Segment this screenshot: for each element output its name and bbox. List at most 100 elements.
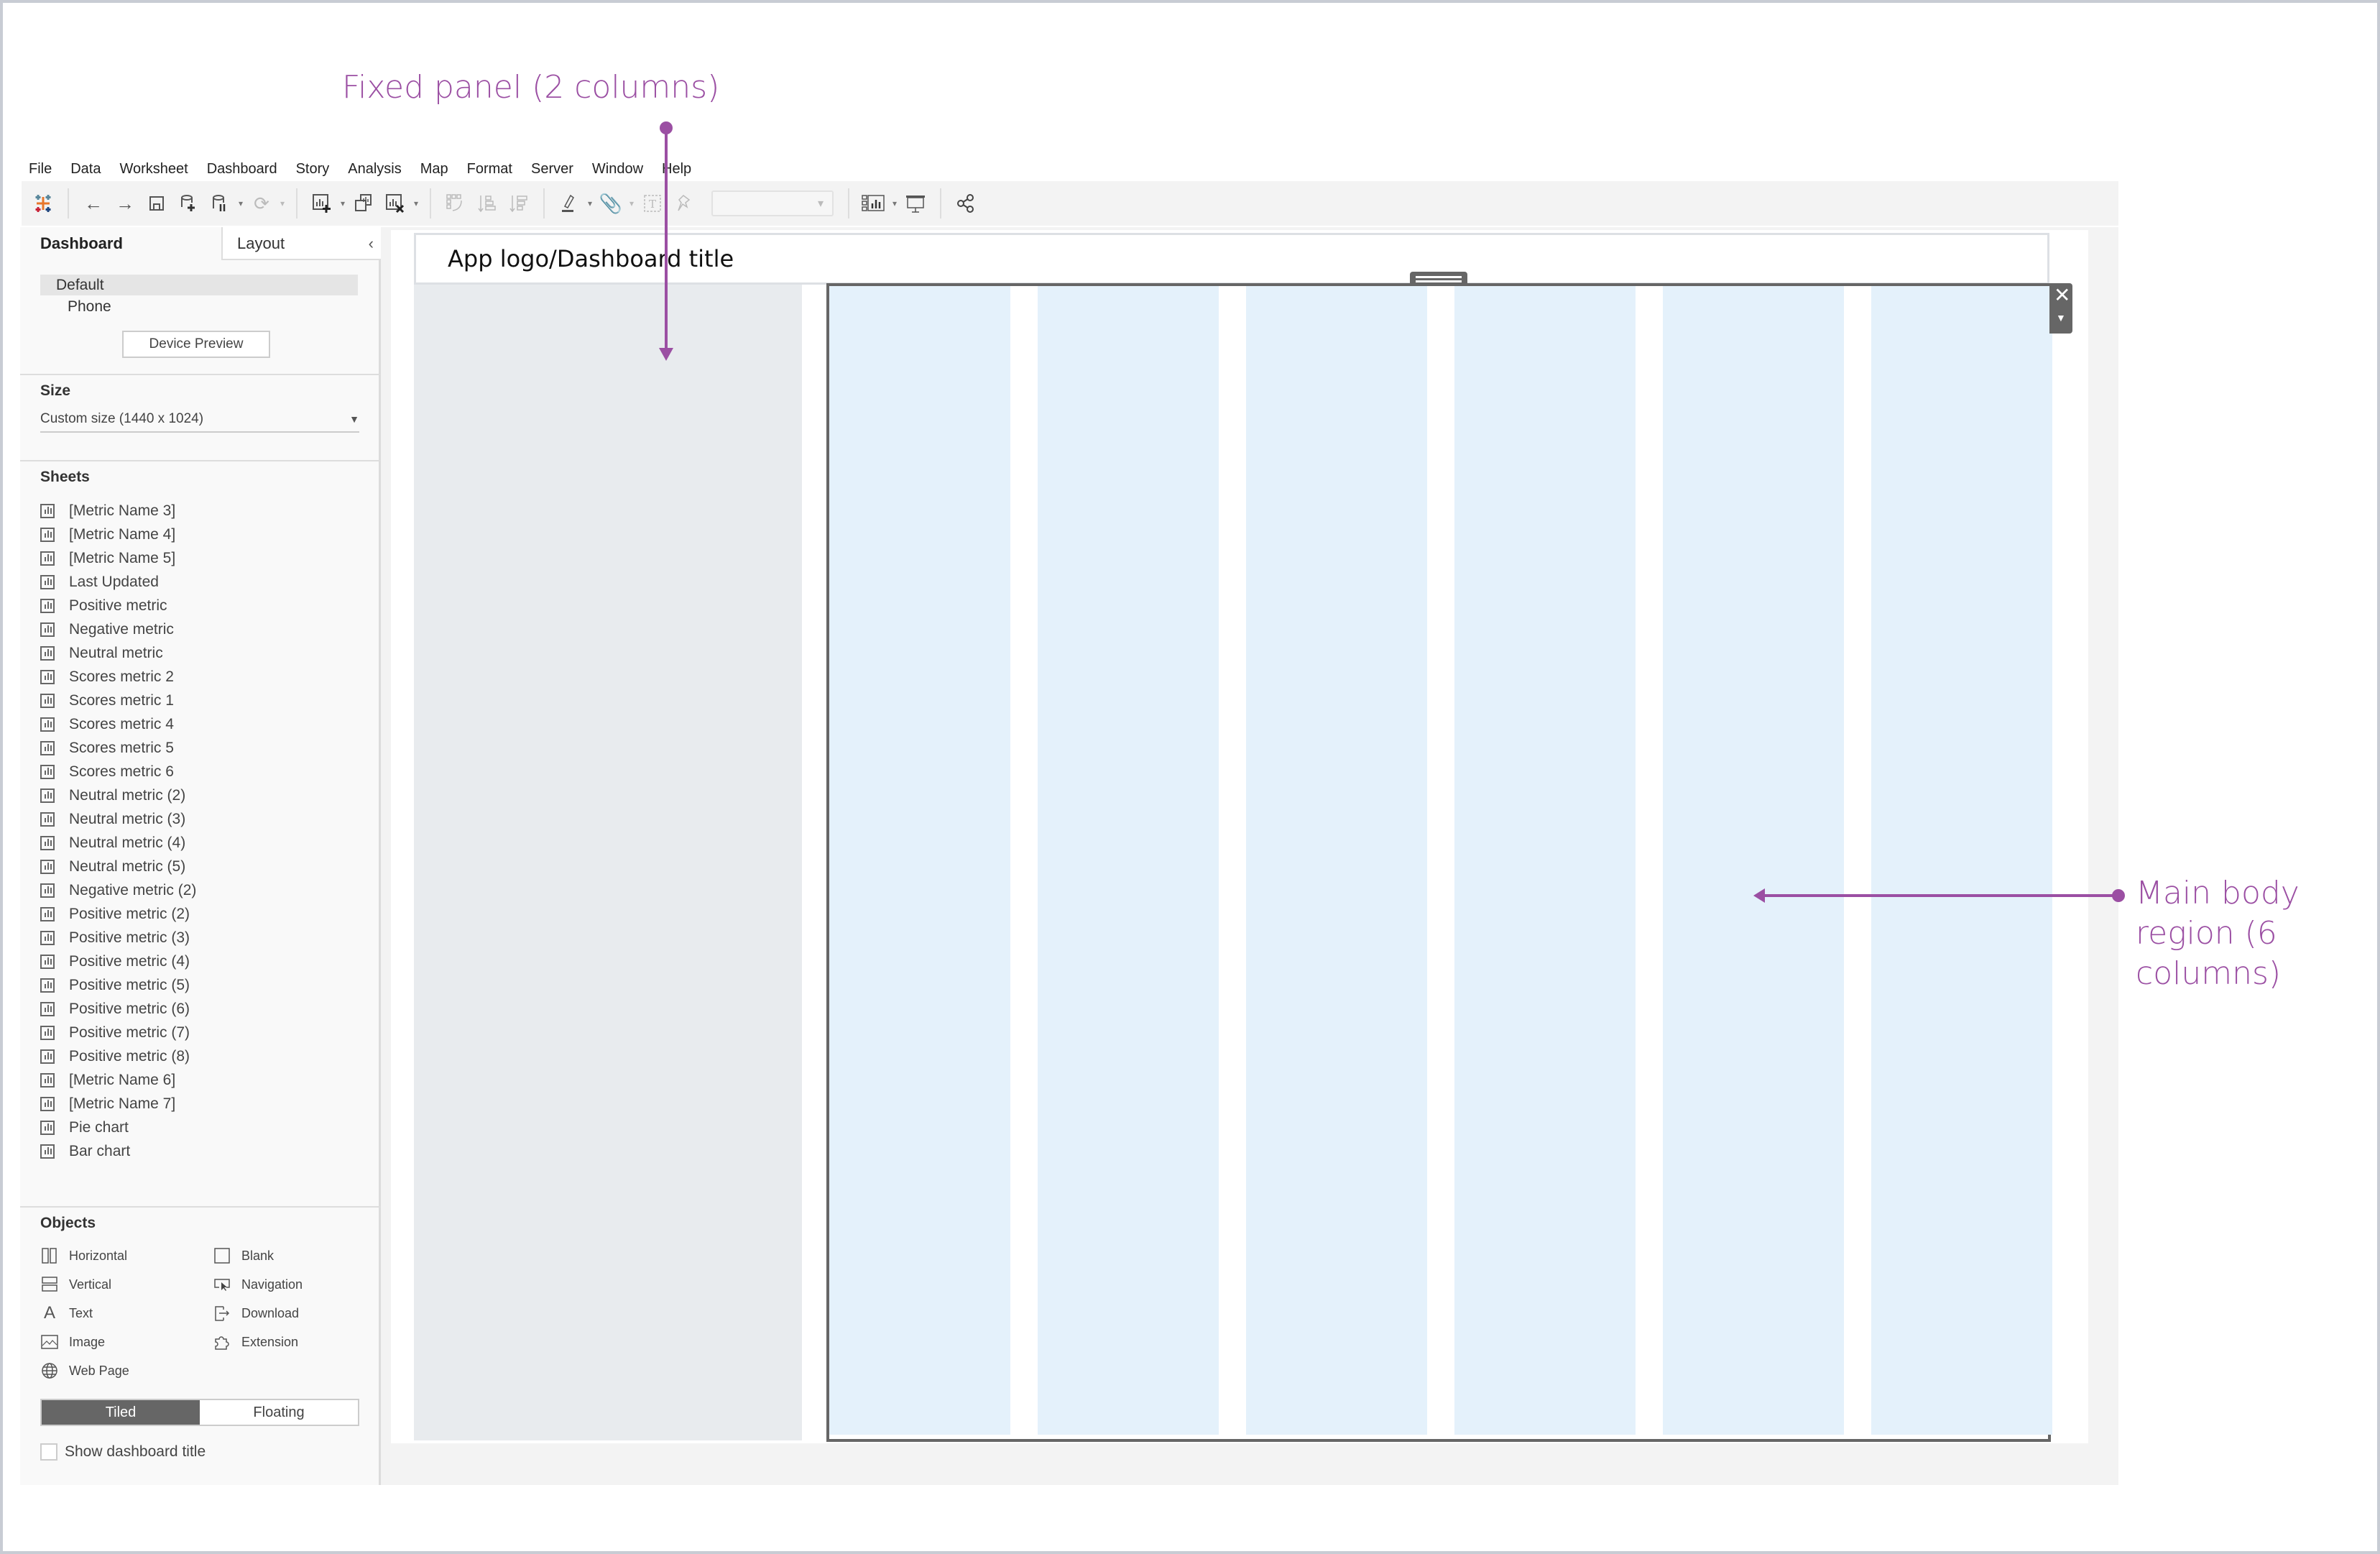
sheet-item[interactable]: Scores metric 4 (40, 712, 196, 736)
sheet-item[interactable]: Positive metric (2) (40, 902, 196, 926)
object-extension[interactable]: Extension (213, 1331, 298, 1353)
presentation-mode-icon[interactable] (900, 188, 931, 219)
highlight-icon[interactable] (553, 188, 585, 219)
object-navigation[interactable]: Navigation (213, 1274, 303, 1295)
menu-format[interactable]: Format (467, 157, 522, 181)
sheet-item[interactable]: Positive metric (3) (40, 926, 196, 950)
sheet-item[interactable]: [Metric Name 4] (40, 523, 196, 546)
tiled-button[interactable]: Tiled (42, 1400, 200, 1425)
fit-select[interactable] (711, 190, 834, 216)
clear-sheet-icon[interactable] (379, 188, 411, 219)
menu-data[interactable]: Data (70, 157, 110, 181)
sheet-item[interactable]: Negative metric (2) (40, 878, 196, 902)
sheet-item[interactable]: Negative metric (40, 617, 196, 641)
menu-story[interactable]: Story (296, 157, 339, 181)
pause-auto-updates-icon[interactable] (204, 188, 236, 219)
sheet-item[interactable]: Neutral metric (3) (40, 807, 196, 831)
object-web-page[interactable]: Web Page (40, 1360, 129, 1381)
device-preview-button[interactable]: Device Preview (122, 331, 270, 358)
object-image[interactable]: Image (40, 1331, 105, 1353)
fixed-panel-region[interactable] (414, 285, 802, 1440)
group-members-icon[interactable]: 📎 (595, 188, 627, 219)
sheet-item[interactable]: Neutral metric (2) (40, 783, 196, 807)
drag-handle[interactable] (1410, 272, 1467, 286)
save-icon[interactable] (141, 188, 172, 219)
worksheet-icon (40, 1072, 55, 1088)
worksheet-icon (40, 693, 55, 708)
sheet-item[interactable]: [Metric Name 3] (40, 499, 196, 523)
menu-help[interactable]: Help (662, 157, 701, 181)
sheet-item[interactable]: Scores metric 1 (40, 689, 196, 712)
sheet-item[interactable]: [Metric Name 6] (40, 1068, 196, 1092)
menu-map[interactable]: Map (420, 157, 458, 181)
sheet-item[interactable]: Scores metric 6 (40, 760, 196, 783)
show-me-icon[interactable] (858, 188, 890, 219)
object-label: Navigation (241, 1277, 303, 1292)
more-options-icon[interactable]: ▼ (2056, 312, 2066, 323)
sheet-item[interactable]: Positive metric (4) (40, 950, 196, 973)
object-vertical[interactable]: Vertical (40, 1274, 111, 1295)
sheet-item[interactable]: Scores metric 2 (40, 665, 196, 689)
fix-axes-icon[interactable] (668, 188, 700, 219)
new-worksheet-icon[interactable] (306, 188, 338, 219)
new-worksheet-caret[interactable]: ▾ (338, 198, 348, 208)
vertical-container-icon (40, 1276, 59, 1293)
menu-file[interactable]: File (29, 157, 61, 181)
floating-button[interactable]: Floating (200, 1400, 358, 1425)
worksheet-icon (40, 978, 55, 993)
group-caret[interactable]: ▾ (627, 198, 637, 208)
main-body-region[interactable] (826, 283, 2052, 1442)
tab-layout[interactable]: Layout ‹ (221, 227, 381, 260)
refresh-icon[interactable]: ⟳ (246, 188, 277, 219)
sheet-item[interactable]: Positive metric (6) (40, 997, 196, 1021)
undo-icon[interactable]: ← (78, 188, 109, 219)
duplicate-sheet-icon[interactable] (348, 188, 379, 219)
sheet-item[interactable]: Neutral metric (40, 641, 196, 665)
clear-sheet-caret[interactable]: ▾ (411, 198, 421, 208)
sheet-item[interactable]: Positive metric (7) (40, 1021, 196, 1044)
sheet-item[interactable]: [Metric Name 5] (40, 546, 196, 570)
highlight-caret[interactable]: ▾ (585, 198, 595, 208)
redo-icon[interactable]: → (109, 188, 141, 219)
show-dashboard-title-checkbox[interactable]: Show dashboard title (40, 1443, 206, 1461)
collapse-panel-icon[interactable]: ‹ (369, 234, 374, 253)
share-icon[interactable] (950, 188, 982, 219)
new-data-source-icon[interactable] (172, 188, 204, 219)
menu-analysis[interactable]: Analysis (348, 157, 410, 181)
dashboard-title-bar[interactable]: App logo/Dashboard title (414, 233, 2049, 285)
dashboard-side-panel: Dashboard Layout ‹ Default Phone Device … (20, 227, 381, 1485)
menu-dashboard[interactable]: Dashboard (207, 157, 287, 181)
sort-descending-icon[interactable] (503, 188, 535, 219)
sheet-item[interactable]: Neutral metric (5) (40, 855, 196, 878)
object-blank[interactable]: Blank (213, 1245, 274, 1266)
swap-rows-columns-icon[interactable] (440, 188, 471, 219)
show-me-caret[interactable]: ▾ (890, 198, 900, 208)
sort-ascending-icon[interactable] (471, 188, 503, 219)
text-icon: A (43, 1303, 55, 1323)
sheet-item[interactable]: Bar chart (40, 1139, 196, 1163)
menu-window[interactable]: Window (592, 157, 652, 181)
sheet-item[interactable]: Pie chart (40, 1116, 196, 1139)
object-horizontal[interactable]: Horizontal (40, 1245, 127, 1266)
checkbox-box[interactable] (40, 1443, 57, 1461)
pause-dropdown-caret[interactable]: ▾ (236, 198, 246, 208)
close-icon[interactable]: ✕ (2054, 283, 2070, 307)
tableau-logo-icon[interactable] (27, 188, 59, 219)
sheet-item[interactable]: Scores metric 5 (40, 736, 196, 760)
size-select[interactable]: Custom size (1440 x 1024) ▼ (40, 408, 359, 433)
sheet-item[interactable]: Positive metric (8) (40, 1044, 196, 1068)
device-phone[interactable]: Phone (40, 296, 358, 317)
sheet-item[interactable]: Positive metric (5) (40, 973, 196, 997)
object-download[interactable]: Download (213, 1302, 299, 1324)
sheet-item[interactable]: Last Updated (40, 570, 196, 594)
refresh-dropdown-caret[interactable]: ▾ (277, 198, 287, 208)
menu-worksheet[interactable]: Worksheet (119, 157, 197, 181)
menu-server[interactable]: Server (531, 157, 583, 181)
device-default[interactable]: Default (40, 275, 358, 295)
sheet-item[interactable]: Positive metric (40, 594, 196, 617)
sheet-item[interactable]: Neutral metric (4) (40, 831, 196, 855)
object-text[interactable]: A Text (40, 1302, 93, 1324)
show-mark-labels-icon[interactable]: T (637, 188, 668, 219)
sheet-item[interactable]: [Metric Name 7] (40, 1092, 196, 1116)
tab-dashboard[interactable]: Dashboard (40, 234, 123, 253)
